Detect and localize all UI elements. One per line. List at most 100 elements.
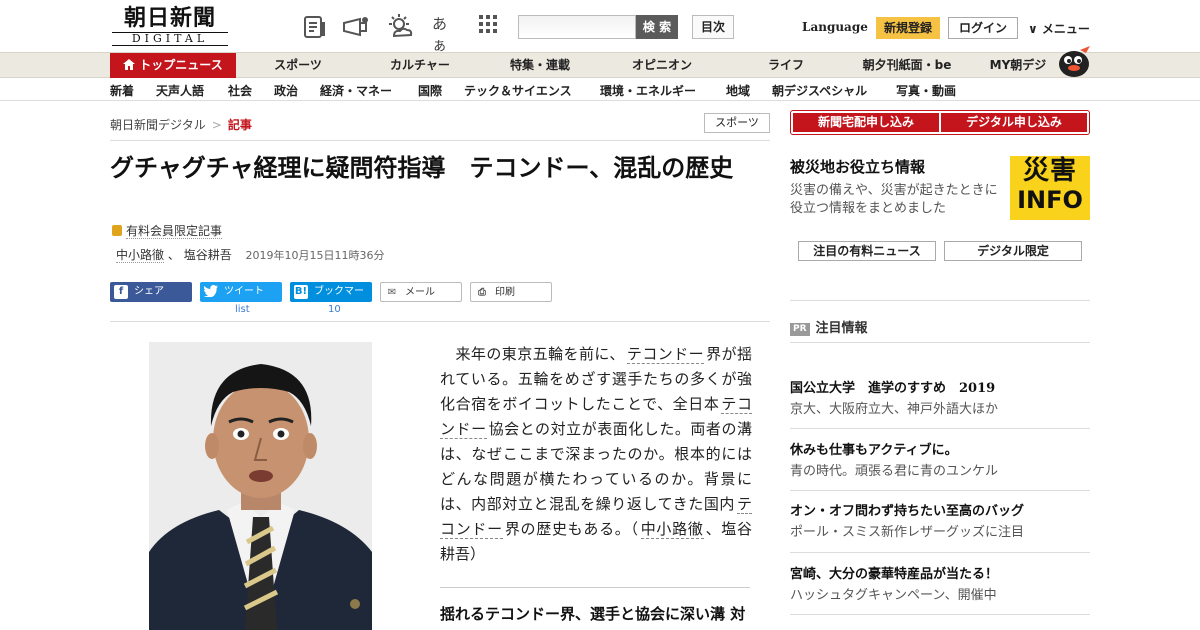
subnav-tenseijingo[interactable]: 天声人語 [156,82,204,99]
pr-item[interactable]: 国公立大学 進学のすすめ 2019 京大、大阪府立大、神戸外語大ほか [790,380,1090,420]
newspaper-icon[interactable] [302,14,328,40]
subnav-politics[interactable]: 政治 [274,82,298,99]
lock-icon [112,225,122,236]
publish-date: 2019年10月15日11時36分 [245,249,385,262]
main-nav: トップニュース スポーツ カルチャー 特集・連載 オピニオン ライフ 朝夕刊紙面… [0,52,1200,78]
subnav-special[interactable]: 朝デジスペシャル [772,82,867,99]
twitter-share-button[interactable]: ツイート [200,282,282,302]
byline: 中小路徹 、 塩谷耕吾 2019年10月15日11時36分 [116,246,385,263]
article-photo[interactable] [149,342,372,630]
mail-label: メール [405,287,435,298]
twitter-icon [203,285,218,299]
mail-share-button[interactable]: ✉ メール [380,282,462,302]
hatena-count[interactable]: 10 [328,304,341,315]
facebook-icon: f [114,285,128,299]
menu-button[interactable]: ∨ メニュー [1028,20,1090,37]
print-label: 印刷 [495,287,515,298]
divider [790,552,1090,553]
divider [790,490,1090,491]
disaster-info-desc[interactable]: 災害の備えや、災害が起きたときに役立つ情報をまとめました [790,182,1004,218]
author-link[interactable]: 中小路徹 [640,520,704,539]
nav-culture[interactable]: カルチャー [372,53,468,78]
keyword-link[interactable]: テコンドー [626,345,705,364]
site-logo[interactable]: 朝日新聞 DIGITAL [112,6,228,46]
nav-paper[interactable]: 朝夕刊紙面・be [852,53,962,78]
search-input[interactable] [518,15,636,39]
logo-sub-text: DIGITAL [112,32,228,46]
portrait-illustration [149,342,372,630]
pr-item-desc: ポール・スミス新作レザーグッズに注目 [790,525,1025,540]
disaster-info-logo[interactable]: 災害 INFO [1010,156,1090,220]
print-button[interactable]: ⎙ 印刷 [470,282,552,302]
nav-top-news[interactable]: トップニュース [110,53,236,78]
paid-news-button[interactable]: 注目の有料ニュース [798,241,936,261]
megaphone-icon[interactable] [342,14,368,40]
font-size-icon[interactable]: あぁ [432,13,458,54]
facebook-share-button[interactable]: f シェア [110,282,192,302]
subscribe-digital-button[interactable]: デジタル申し込み [941,113,1087,132]
members-only-text: 有料会員限定記事 [126,224,223,239]
subnav-photo-video[interactable]: 写真・動画 [896,82,956,99]
pr-item-desc: 京大、大阪府立大、神戸外語大ほか [790,402,999,417]
pr-item[interactable]: オン・オフ問わず持ちたい至高のバッグ ポール・スミス新作レザーグッズに注目 [790,503,1090,543]
breadcrumb-home[interactable]: 朝日新聞デジタル [110,118,206,132]
divider [790,300,1090,301]
toc-button[interactable]: 目次 [692,15,734,39]
hatena-icon: B! [294,285,308,299]
pr-badge: PR [790,323,810,336]
author-name: 塩谷耕吾 [183,248,232,262]
twitter-share-label: ツイート [224,286,264,297]
pr-item-desc: 青の時代。頑張る君に青のユンケル [790,464,999,479]
pr-item[interactable]: 宮崎、大分の豪華特産品が当たる！ ハッシュタグキャンペーン、開催中 [790,566,1090,606]
subscribe-paper-button[interactable]: 新聞宅配申し込み [793,113,939,132]
divider [440,587,750,588]
pr-item-desc: ハッシュタグキャンペーン、開催中 [790,588,997,603]
language-link[interactable]: Language [802,20,868,34]
category-tag[interactable]: スポーツ [704,113,770,133]
members-only-label[interactable]: 有料会員限定記事 [112,222,223,239]
divider [110,321,770,322]
pr-item[interactable]: 休みも仕事もアクティブに。 青の時代。頑張る君に青のユンケル [790,442,1090,482]
disaster-info-title[interactable]: 被災地お役立ち情報 [790,156,925,177]
nav-label: トップニュース [139,58,223,72]
subnav-tech[interactable]: テック＆サイエンス [464,82,572,99]
subnav-new[interactable]: 新着 [110,82,134,99]
pr-heading-text: 注目情報 [815,321,868,336]
pr-item-title: オン・オフ問わず持ちたい至高のバッグ [790,504,1025,519]
nav-sports[interactable]: スポーツ [250,53,346,78]
logo-main-text: 朝日新聞 [123,5,216,31]
facebook-share-label: シェア [134,286,164,297]
body-text: 界の歴史もある。（ [504,520,639,538]
subnav-environment[interactable]: 環境・エネルギー [600,82,696,99]
disaster-logo-info: INFO [1017,186,1083,214]
hatena-bookmark-button[interactable]: B! ブックマーク [290,282,372,317]
disaster-logo-kanji: 災害 [1022,156,1077,186]
twitter-count[interactable]: list [235,304,250,315]
register-button[interactable]: 新規登録 [876,17,940,39]
mascot-icon[interactable] [1056,44,1092,78]
divider [790,342,1090,343]
breadcrumb: 朝日新聞デジタル > 記事 [110,116,252,133]
section-heading: 揺れるテコンドー界、選手と協会に深い溝 対立の背景は [440,605,746,630]
digital-only-button[interactable]: デジタル限定 [944,241,1082,261]
subnav-economy[interactable]: 経済・マネー [320,82,392,99]
pr-item-title: 宮崎、大分の豪華特産品が当たる！ [790,567,999,582]
body-text: 来年の東京五輪を前に、 [440,345,625,363]
divider [110,140,770,141]
nav-opinion[interactable]: オピニオン [614,53,710,78]
nav-my-asahi[interactable]: MY朝デジ [978,53,1058,78]
grid-icon[interactable] [478,14,504,40]
printer-icon: ⎙ [478,287,486,298]
nav-life[interactable]: ライフ [738,53,834,78]
login-button[interactable]: ログイン [948,17,1018,39]
author-link[interactable]: 中小路徹 [116,248,165,263]
subscribe-box: 新聞宅配申し込み デジタル申し込み [790,110,1090,135]
breadcrumb-separator: > [211,118,222,132]
subnav-society[interactable]: 社会 [228,82,252,99]
home-icon [123,54,136,70]
search-button[interactable]: 検 索 [636,15,678,39]
weather-icon[interactable] [386,14,413,40]
subnav-region[interactable]: 地域 [726,82,750,99]
subnav-international[interactable]: 国際 [418,82,442,99]
nav-features[interactable]: 特集・連載 [492,53,588,78]
